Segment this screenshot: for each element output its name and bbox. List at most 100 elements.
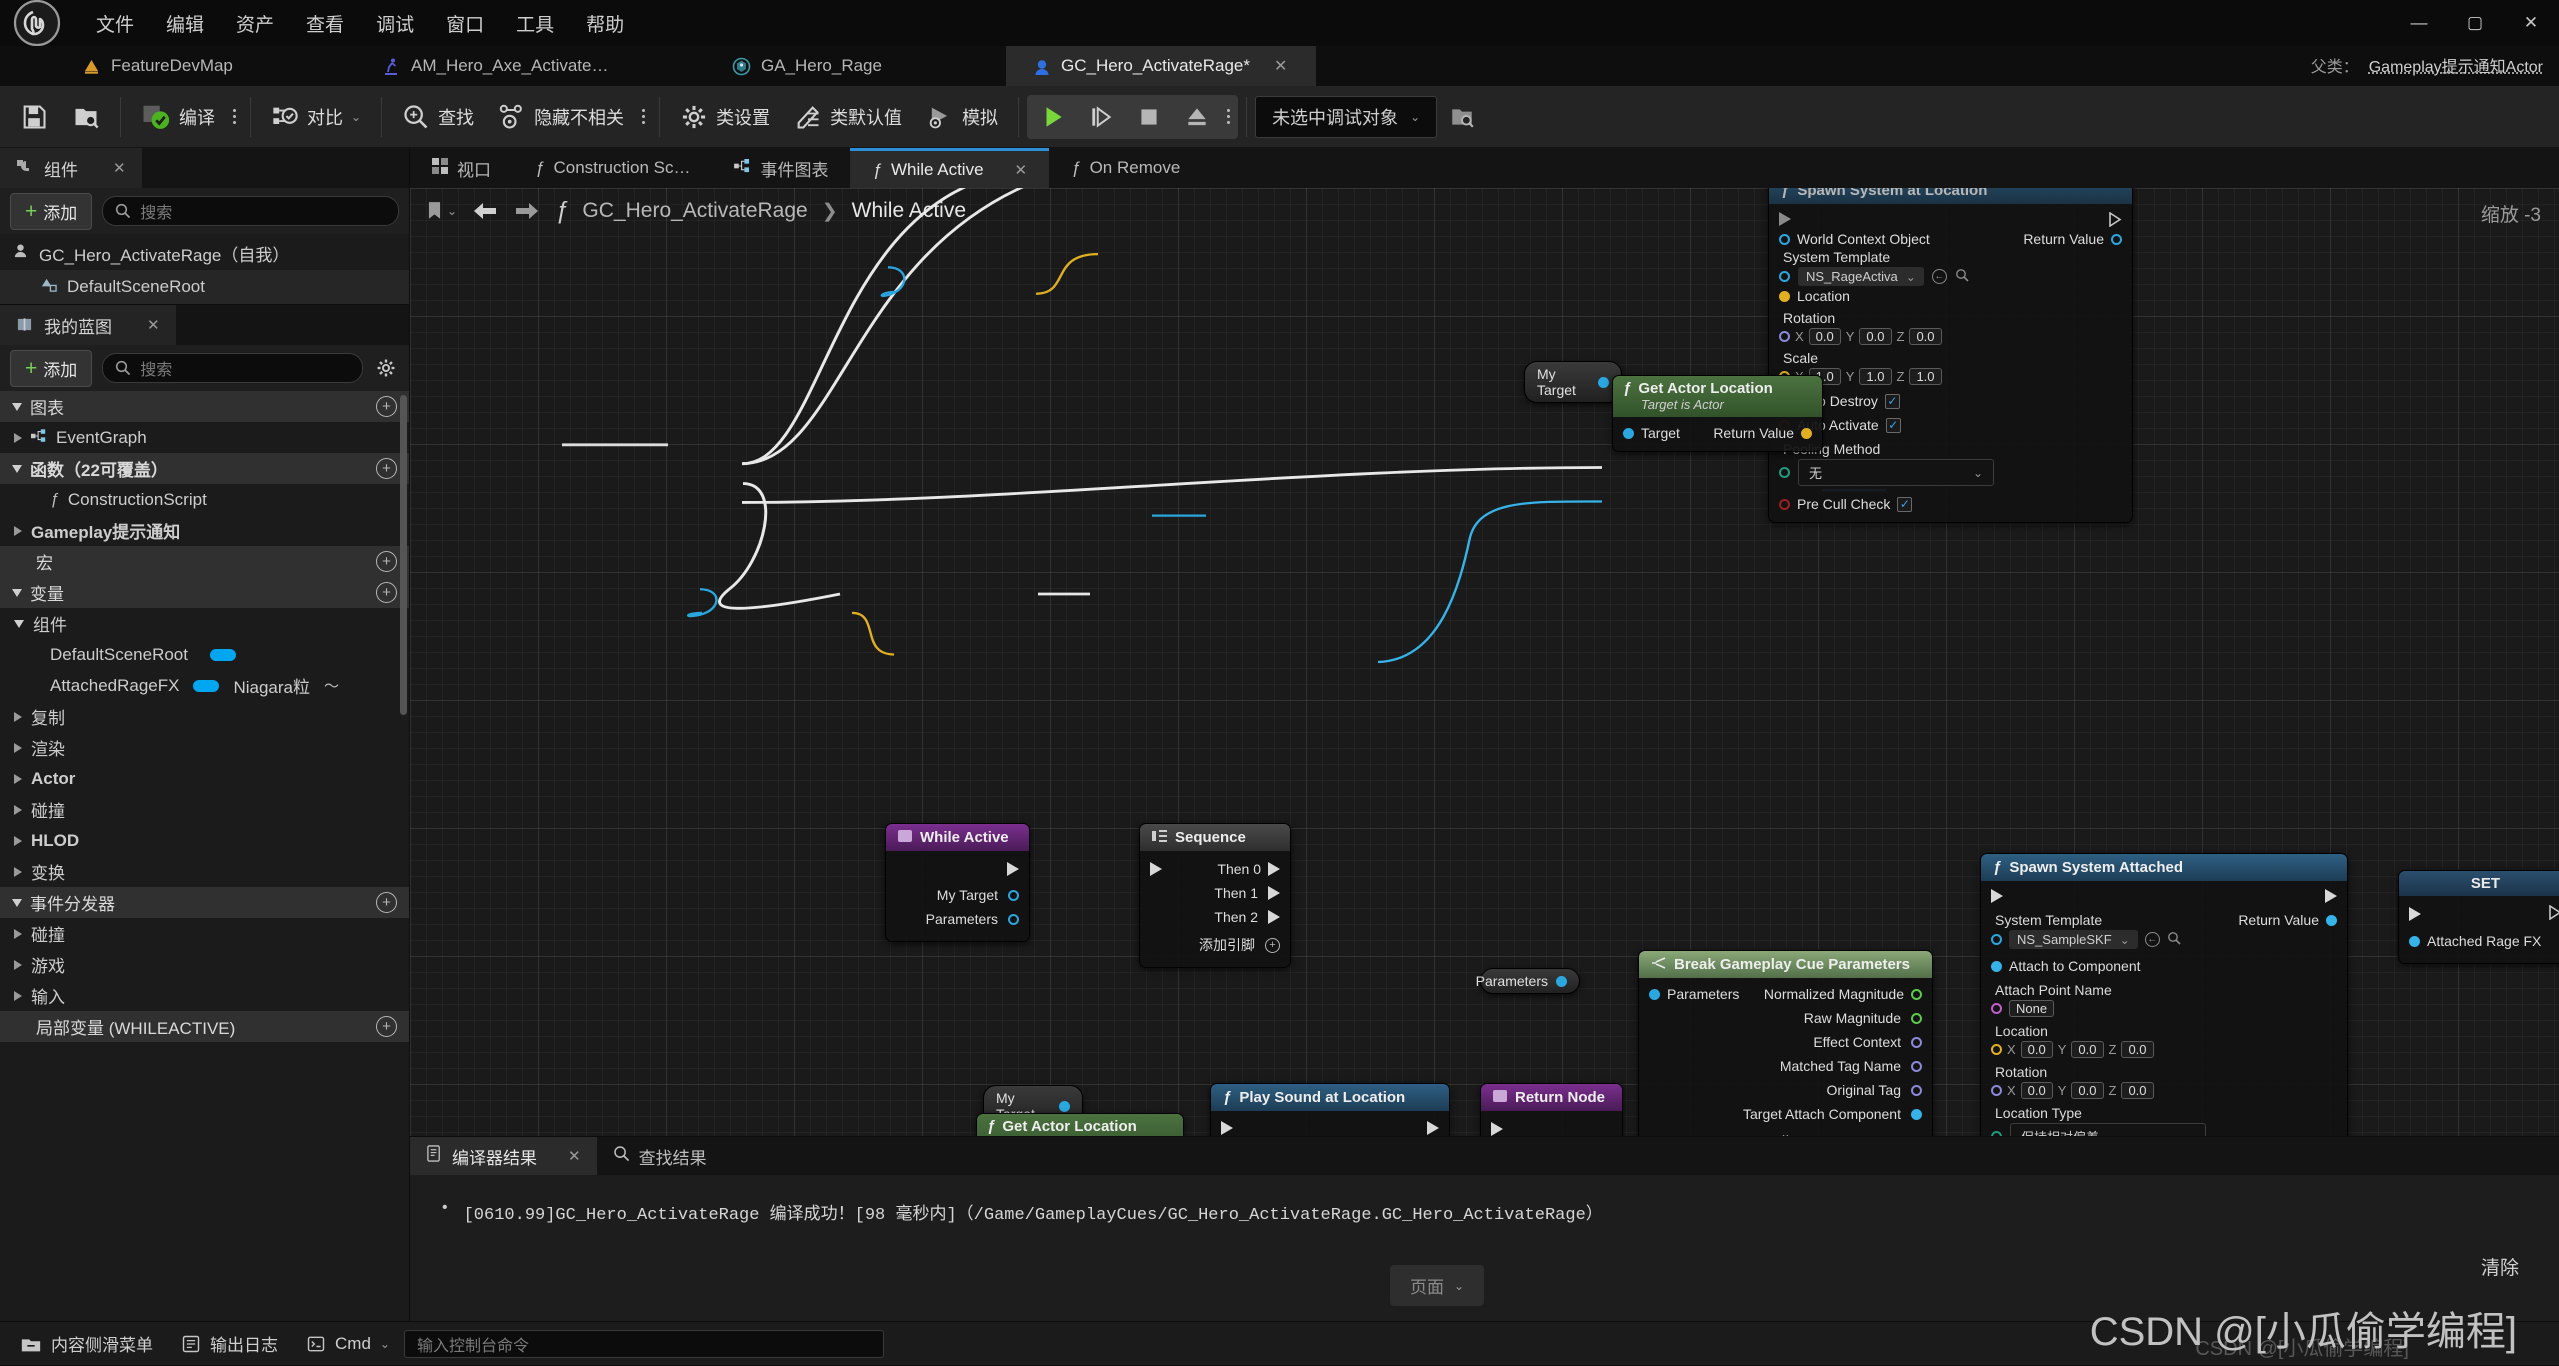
attach-point-name-pin[interactable]: [1991, 1003, 2002, 1014]
eye-closed-icon[interactable]: 〜: [324, 675, 339, 696]
components-search-input[interactable]: 搜索: [102, 196, 399, 226]
expand-node-icon[interactable]: ⌄: [1639, 1124, 1932, 1136]
exec-in-pin[interactable]: [1491, 1122, 1503, 1136]
return-value-pin[interactable]: [1801, 427, 1812, 439]
pin-row-location[interactable]: Location: [1769, 286, 2132, 306]
compile-options-icon[interactable]: [227, 109, 242, 124]
tree-item-components-group[interactable]: 组件: [0, 608, 409, 639]
add-pin-row[interactable]: 添加引脚 +: [1140, 933, 1290, 957]
tree-item-ed-collision[interactable]: 碰撞: [0, 918, 409, 949]
then2-exec-pin[interactable]: [1268, 910, 1280, 924]
component-item-self[interactable]: GC_Hero_ActivateRage（自我）: [0, 236, 409, 270]
add-variable-button[interactable]: +: [376, 582, 397, 603]
blueprint-graph-canvas[interactable]: ⌄ ƒ GC_Hero_ActivateRage ❯ While Active …: [410, 188, 2559, 1136]
tree-item-ed-input[interactable]: 输入: [0, 980, 409, 1011]
find-button[interactable]: 查找: [390, 93, 486, 141]
auto-activate-checkbox[interactable]: ✓: [1885, 417, 1901, 433]
asset-tab-featuredevmap[interactable]: FeatureDevMap: [56, 46, 356, 86]
component-item-defaultsceneroot[interactable]: DefaultSceneRoot: [0, 270, 409, 304]
graph-tab-on-remove[interactable]: ƒ On Remove: [1049, 148, 1202, 188]
then0-exec-pin[interactable]: [1268, 862, 1280, 876]
section-header-graphs[interactable]: 图表 +: [0, 391, 409, 422]
location-pin[interactable]: [1779, 290, 1790, 302]
original-tag-pin[interactable]: [1911, 1084, 1922, 1096]
add-graph-button[interactable]: +: [376, 396, 397, 417]
menu-item-asset[interactable]: 资产: [222, 5, 288, 42]
pin-row-effect-context[interactable]: Effect Context: [1639, 1032, 1932, 1052]
node-set-attached-rage-fx[interactable]: SET Attached Rage FX: [2398, 870, 2559, 964]
asset-tab-gc-hero-activaterage[interactable]: GC_Hero_ActivateRage* ✕: [1006, 46, 1316, 86]
rotation-x-input[interactable]: 0.0: [2020, 1082, 2053, 1099]
output-log-button[interactable]: 输出日志: [167, 1322, 292, 1366]
pin-row-world-context[interactable]: World Context Object Return Value: [1769, 229, 2132, 249]
system-template-select[interactable]: NS_RageActiva ⌄: [1798, 267, 1924, 286]
pin-row-parameters-in[interactable]: Parameters Normalized Magnitude: [1639, 984, 1932, 1004]
normalized-magnitude-pin[interactable]: [1911, 988, 1922, 1000]
node-play-sound-at-location[interactable]: ƒ Play Sound at Location World Context O…: [1210, 1083, 1450, 1136]
chevron-right-icon[interactable]: [14, 432, 22, 443]
node-get-actor-location-bottom[interactable]: ƒ Get Actor Location Target is Actor Tar…: [976, 1113, 1184, 1136]
tree-item-transform[interactable]: 变换: [0, 856, 409, 887]
browse-button[interactable]: [60, 93, 112, 141]
exec-pin-row[interactable]: [886, 859, 1029, 879]
exec-pin-row[interactable]: [1211, 1118, 1449, 1136]
section-header-local-variables[interactable]: 局部变量 (WHILEACTIVE) +: [0, 1011, 409, 1042]
location-type-select[interactable]: 保持相对偏差 ⌄: [2010, 1123, 2206, 1136]
debug-object-select[interactable]: 未选中调试对象 ⌄: [1255, 95, 1438, 138]
exec-in-pin[interactable]: [2409, 907, 2421, 921]
world-context-pin[interactable]: [1779, 233, 1790, 245]
parent-class-link[interactable]: Gameplay提示通知Actor: [2369, 53, 2543, 77]
simulate-button[interactable]: 模拟: [914, 93, 1010, 141]
section-header-variables[interactable]: 变量 +: [0, 577, 409, 608]
chevron-right-icon[interactable]: [14, 711, 22, 722]
rotation-x-input[interactable]: 0.0: [1808, 328, 1841, 345]
return-value-pin[interactable]: [2111, 233, 2122, 245]
chevron-right-icon[interactable]: [14, 773, 22, 784]
scale-y-input[interactable]: 1.0: [1859, 368, 1892, 385]
graph-tab-construction-script[interactable]: ƒ Construction Sc…: [513, 148, 712, 188]
exec-pin-row[interactable]: [1981, 886, 2347, 906]
chevron-down-icon[interactable]: ⌄: [447, 204, 457, 218]
pin-row-auto-activate[interactable]: Auto Activate ✓: [1769, 415, 2132, 435]
pin-row-parameters[interactable]: Parameters: [886, 909, 1029, 929]
location-x-input[interactable]: 0.0: [2020, 1041, 2053, 1058]
step-button[interactable]: [1077, 95, 1125, 139]
menu-item-tools[interactable]: 工具: [502, 5, 568, 42]
node-while-active[interactable]: While Active My Target Parameters: [885, 823, 1030, 942]
add-blueprint-item-button[interactable]: + 添加: [10, 349, 93, 387]
asset-tab-close-icon[interactable]: ✕: [1274, 56, 1287, 76]
asset-tab-ga-hero-rage[interactable]: GA_Hero_Rage: [706, 46, 1006, 86]
play-options-icon[interactable]: [1221, 109, 1236, 124]
parameters-pin[interactable]: [1008, 913, 1019, 925]
gear-icon[interactable]: [373, 355, 399, 381]
pre-cull-check-checkbox[interactable]: ✓: [1897, 496, 1913, 512]
exec-out-pin[interactable]: [1007, 862, 1019, 876]
eject-button[interactable]: [1173, 95, 1221, 139]
arrow-right-icon[interactable]: [513, 200, 541, 222]
tree-item-constructionscript[interactable]: ƒ ConstructionScript: [0, 484, 409, 515]
chevron-right-icon[interactable]: [14, 525, 22, 536]
pooling-method-select[interactable]: 无 ⌄: [1798, 459, 1994, 486]
pin-row-raw-magnitude[interactable]: Raw Magnitude: [1639, 1008, 1932, 1028]
pooling-method-pin[interactable]: [1779, 467, 1790, 478]
my-target-out-pin[interactable]: [1598, 376, 1609, 388]
exec-in-pin[interactable]: [1221, 1121, 1233, 1135]
pin-row-attach-to-component[interactable]: Attach to Component: [1981, 956, 2347, 976]
pin-row-target-attach-component[interactable]: Target Attach Component: [1639, 1104, 1932, 1124]
node-sequence[interactable]: Sequence Then 0 Then 1 Then 2 添加引脚 +: [1139, 823, 1291, 968]
chevron-down-icon[interactable]: [14, 619, 24, 628]
chevron-right-icon[interactable]: [14, 742, 22, 753]
rotation-pin[interactable]: [1991, 1085, 2002, 1096]
hide-unrelated-button[interactable]: 隐藏不相关: [486, 93, 636, 141]
rotation-pin[interactable]: [1779, 331, 1790, 342]
tree-item-actor[interactable]: Actor: [0, 763, 409, 794]
raw-magnitude-pin[interactable]: [1911, 1012, 1922, 1024]
parameters-out-pin[interactable]: [1556, 975, 1567, 987]
add-pin-button[interactable]: +: [1265, 937, 1280, 953]
close-icon[interactable]: ✕: [1015, 161, 1028, 179]
exec-out-pin[interactable]: [2325, 889, 2337, 903]
exec-pin-row[interactable]: [2399, 903, 2559, 925]
pin-row-pre-cull-check[interactable]: Pre Cull Check ✓: [1769, 494, 2132, 514]
then1-exec-pin[interactable]: [1268, 886, 1280, 900]
matched-tag-name-pin[interactable]: [1911, 1060, 1922, 1072]
